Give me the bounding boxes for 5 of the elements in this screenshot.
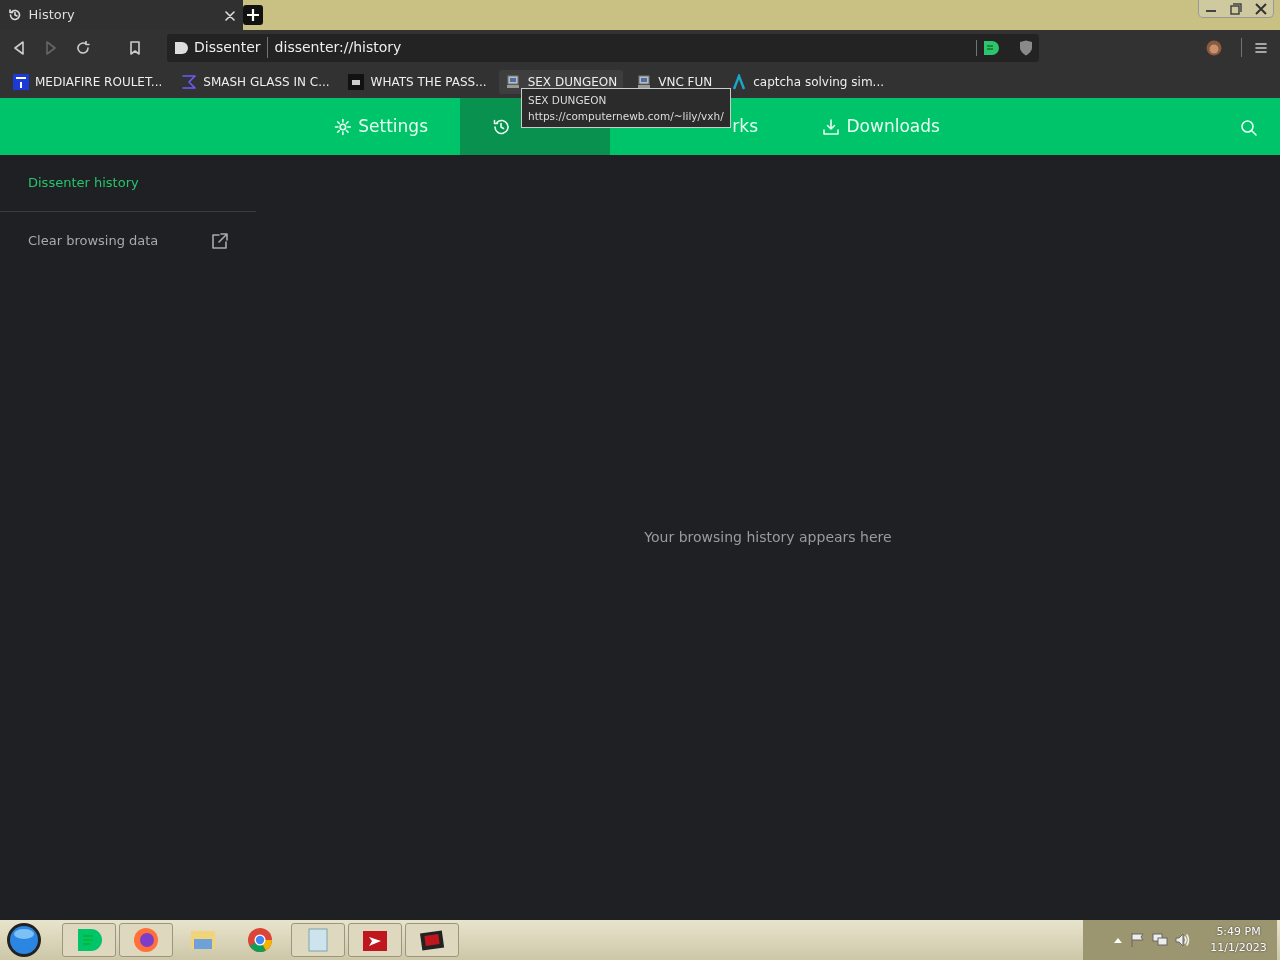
site-label: Dissenter	[194, 38, 261, 57]
tooltip-title: SEX DUNGEON	[528, 93, 608, 108]
tooltip-url: https://computernewb.com/~lily/vxh/	[528, 109, 724, 124]
url-text: dissenter://history	[267, 37, 402, 58]
empty-message: Your browsing history appears here	[644, 528, 892, 547]
